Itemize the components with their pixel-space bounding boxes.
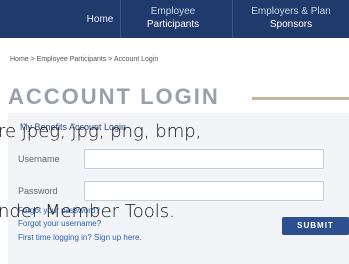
page-title: ACCOUNT LOGIN [8,84,220,109]
nav-sponsors-line2: Sponsors [269,19,313,30]
username-label: Username [18,154,60,164]
top-navigation: Home Employee Participants Employers & P… [0,0,349,38]
username-input[interactable] [84,149,324,169]
breadcrumb: Home > Employee Participants > Account L… [10,56,159,63]
overlay-caption-line2: nder Member Tools. [0,201,175,222]
nav-employers-sponsors-link[interactable]: Employers & Plan Sponsors [236,6,346,31]
password-label: Password [18,186,58,196]
nav-home-label: Home [86,14,114,25]
nav-sponsors-line1: Employers & Plan [251,6,331,17]
submit-button[interactable]: SUBMIT [282,217,349,235]
nav-employee-line1: Employee [150,6,196,17]
nav-employee-line2: Participants [146,19,200,30]
password-input[interactable] [84,181,324,201]
signup-link[interactable]: First time logging in? Sign up here. [18,233,142,242]
overlay-caption-line1: re jpeg, jpg, png, bmp, [0,121,202,142]
nav-employee-participants-link[interactable]: Employee Participants [118,6,228,31]
nav-divider [232,0,233,38]
title-underline [252,97,349,100]
